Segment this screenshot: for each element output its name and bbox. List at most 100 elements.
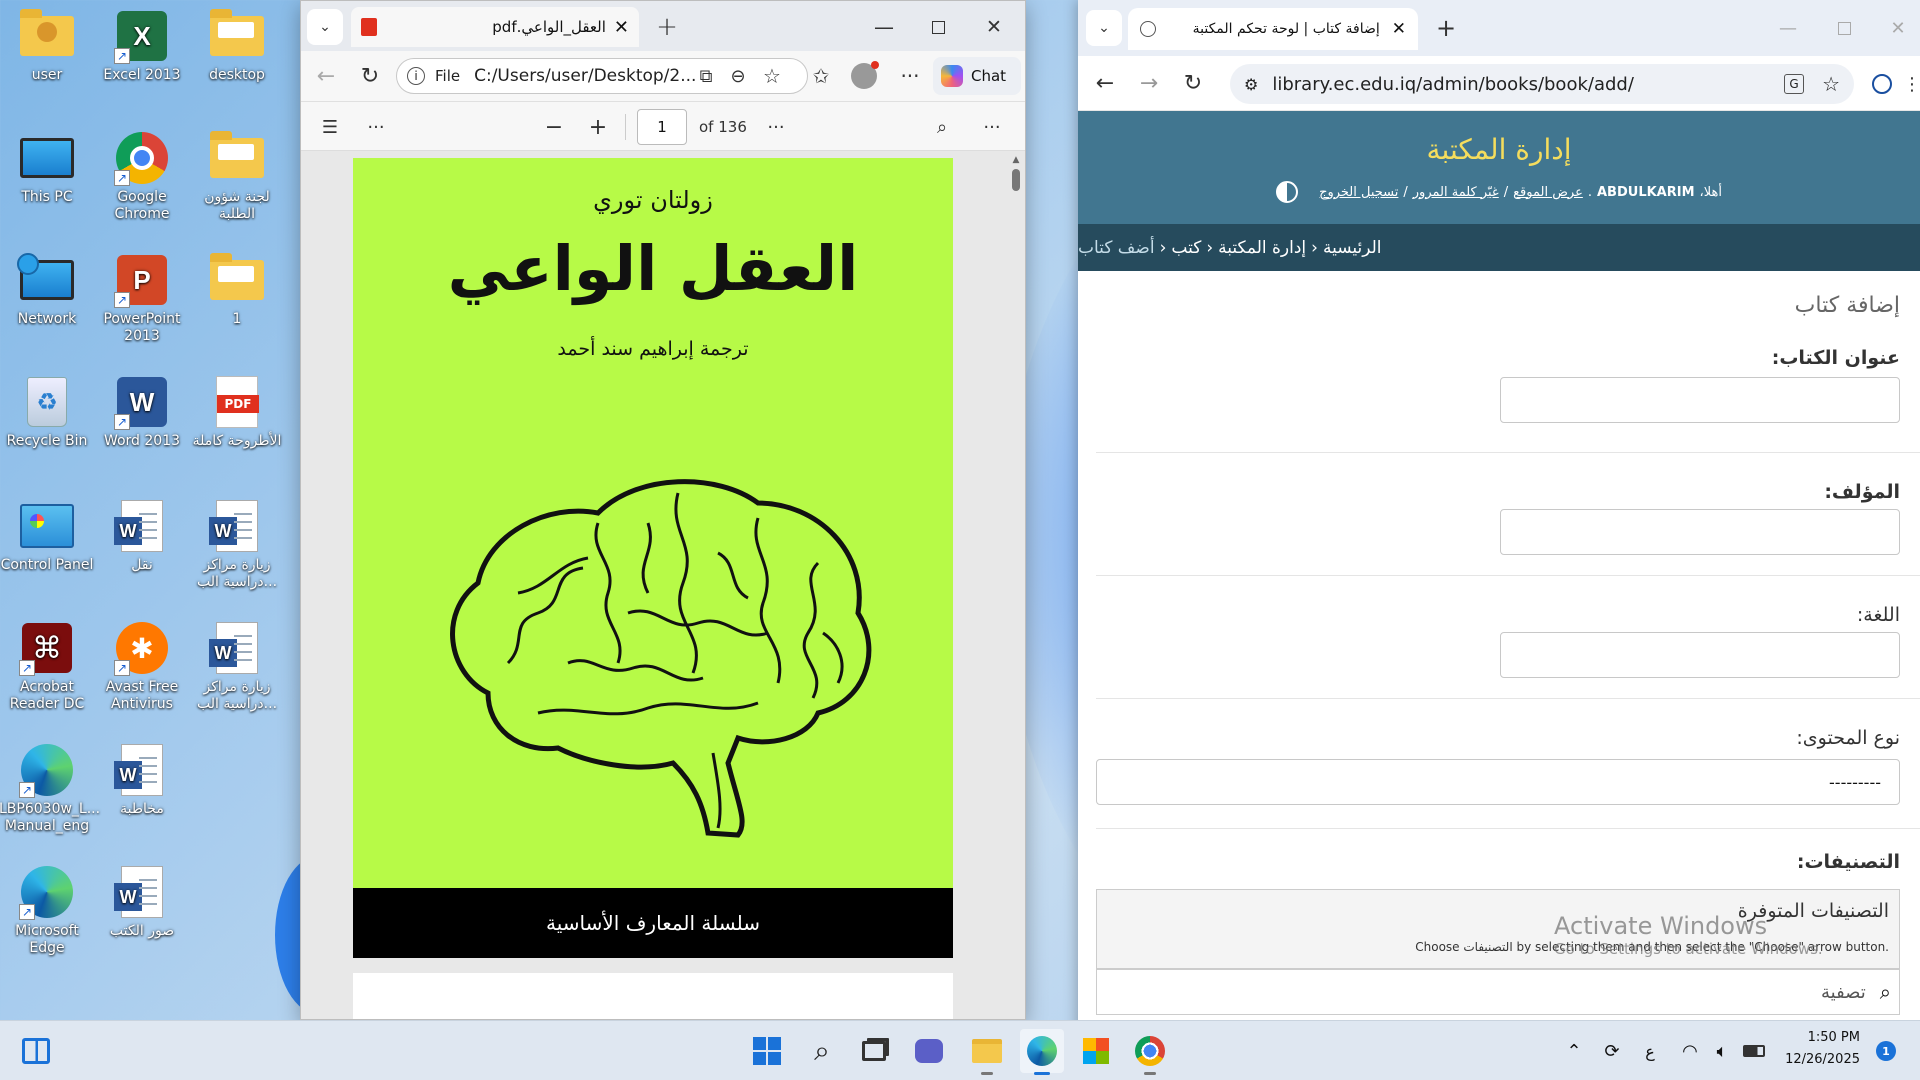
title-input[interactable]	[1500, 377, 1900, 423]
desktop-icon-correspondence-doc[interactable]: W مخاطبة	[94, 742, 190, 818]
pdf-more-mid-button[interactable]: ···	[761, 112, 791, 142]
find-button[interactable]: ⌕	[927, 112, 957, 142]
contents-button[interactable]: ☰	[315, 112, 345, 142]
minimize-button[interactable]: —	[861, 9, 907, 45]
task-view-button[interactable]	[852, 1029, 896, 1073]
more-icon: ···	[367, 116, 385, 138]
icon-label: LBP6030w_L... Manual_eng	[0, 801, 101, 834]
scrollbar-thumb[interactable]	[1012, 169, 1020, 191]
desktop-icon-network[interactable]: Network	[0, 252, 95, 328]
zoom-button[interactable]: ⊖	[725, 63, 751, 89]
desktop-icon-book-images-doc[interactable]: W صور الكتب	[94, 864, 190, 940]
desktop-icon-control-panel[interactable]: Control Panel	[0, 498, 95, 574]
close-window-button[interactable]: ✕	[971, 9, 1017, 45]
desktop-icon-thesis-pdf[interactable]: PDF الأطروحة كاملة	[189, 374, 285, 450]
pdf-more-right-button[interactable]: ···	[977, 112, 1007, 142]
breadcrumb-app[interactable]: إدارة المكتبة	[1218, 238, 1306, 258]
desktop-icon-folder-1[interactable]: 1	[189, 252, 285, 328]
desktop-icon-edge[interactable]: ↗ Microsoft Edge	[0, 864, 95, 957]
maximize-button[interactable]	[915, 9, 961, 45]
tab-add-book[interactable]: إضافة كتاب | لوحة تحكم المكتبة ✕	[1128, 8, 1418, 50]
battery-tray-button[interactable]	[1732, 1029, 1776, 1073]
search-button[interactable]: ⌕	[800, 1029, 844, 1073]
pdf-more-left-button[interactable]: ···	[361, 112, 391, 142]
desktop-icon-chrome[interactable]: ↗ Google Chrome	[94, 130, 190, 223]
maximize-button[interactable]	[1822, 12, 1866, 44]
pdf-viewer-window: ⌄ العقل_الواعي.pdf ✕ + — ✕ ← ↻ i File C:…	[300, 0, 1026, 1020]
new-tab-button[interactable]: +	[649, 9, 685, 45]
favorite-button[interactable]: ☆	[759, 63, 785, 89]
desktop-icon-study-centers-doc-2[interactable]: W زيارة مراكز دراسية الب...	[189, 620, 285, 713]
desktop-icon-powerpoint[interactable]: P ↗ PowerPoint 2013	[94, 252, 190, 345]
scroll-up-icon[interactable]: ▲	[1011, 155, 1021, 165]
control-panel-icon	[20, 504, 74, 548]
back-button[interactable]: ←	[309, 59, 343, 93]
start-button[interactable]	[745, 1029, 789, 1073]
chrome-menu-button[interactable]: ⋮	[1903, 68, 1920, 100]
input-language-button[interactable]: ع	[1628, 1029, 1672, 1073]
edge-taskbar-button[interactable]	[1020, 1029, 1064, 1075]
shortcut-arrow-icon: ↗	[19, 660, 35, 676]
reload-button[interactable]: ↻	[1176, 66, 1210, 100]
language-input[interactable]	[1500, 632, 1900, 678]
minimize-button[interactable]: —	[1766, 12, 1810, 44]
address-bar[interactable]: ⚙ library.ec.edu.iq/admin/books/book/add…	[1230, 64, 1854, 104]
forward-button[interactable]: →	[1132, 66, 1166, 100]
desktop-icon-recycle-bin[interactable]: ♻ Recycle Bin	[0, 374, 95, 450]
breadcrumb-home[interactable]: الرئيسية	[1323, 238, 1382, 258]
file-explorer-button[interactable]	[965, 1029, 1009, 1075]
copilot-chat-button[interactable]: Chat	[933, 57, 1021, 95]
desktop-icon-student-affairs[interactable]: لجنة شؤون الطلبة	[189, 130, 285, 223]
back-button[interactable]: ←	[1088, 66, 1122, 100]
admin-header: إدارة المكتبة أهلا، ABDULKARIM. عرض المو…	[1078, 111, 1920, 224]
logout-link[interactable]: تسجيل الخروج	[1319, 185, 1398, 200]
refresh-button[interactable]: ↻	[353, 59, 387, 93]
desktop-icon-study-centers-doc-1[interactable]: W زيارة مراكز دراسية الب...	[189, 498, 285, 591]
site-title[interactable]: إدارة المكتبة	[1078, 133, 1920, 166]
teams-button[interactable]	[907, 1029, 951, 1073]
widgets-button[interactable]	[14, 1029, 58, 1073]
translate-icon[interactable]: G	[1784, 74, 1805, 94]
breadcrumb-model[interactable]: كتب	[1171, 238, 1201, 258]
close-tab-icon[interactable]: ✕	[1392, 19, 1406, 39]
tab-search-button[interactable]: ⌄	[1086, 10, 1122, 46]
clock[interactable]: 1:50 PM 12/26/2025	[1774, 1027, 1860, 1071]
desktop-icon-desktop-folder[interactable]: desktop	[189, 8, 285, 84]
desktop-icon-acrobat[interactable]: ⌘ ↗ Acrobat Reader DC	[0, 620, 95, 713]
vertical-more-icon: ⋮	[1903, 73, 1920, 95]
office-taskbar-button[interactable]	[1074, 1029, 1118, 1073]
page-number-input[interactable]: 1	[637, 109, 687, 145]
url-text: library.ec.edu.iq/admin/books/book/add/	[1272, 73, 1634, 95]
desktop-icon-transfer-doc[interactable]: W نقل	[94, 498, 190, 574]
view-site-link[interactable]: عرض الموقع	[1513, 185, 1583, 200]
close-window-button[interactable]: ✕	[1876, 12, 1920, 44]
settings-menu-button[interactable]: ···	[895, 61, 925, 91]
desktop-icon-word[interactable]: W ↗ Word 2013	[94, 374, 190, 450]
read-aloud-button[interactable]: ⧉	[693, 63, 719, 89]
change-password-link[interactable]: غيّر كلمة المرور	[1413, 185, 1499, 200]
profile-avatar[interactable]	[851, 61, 879, 89]
new-tab-button[interactable]: +	[1430, 12, 1462, 44]
tab-actions-menu-button[interactable]: ⌄	[307, 9, 343, 45]
tab-pdf-document[interactable]: العقل_الواعي.pdf ✕	[351, 7, 639, 47]
bookmark-star-icon[interactable]: ☆	[1822, 72, 1840, 96]
desktop-icon-this-pc[interactable]: This PC	[0, 130, 95, 206]
close-tab-icon[interactable]: ✕	[614, 17, 629, 38]
zoom-out-button[interactable]: −	[539, 112, 569, 142]
profile-button[interactable]	[1866, 68, 1898, 100]
page-heading: إضافة كتاب	[1794, 293, 1900, 318]
content-type-select[interactable]: ---------	[1096, 759, 1900, 805]
vertical-scrollbar[interactable]: ▲	[1011, 155, 1021, 1015]
notification-badge[interactable]: 1	[1876, 1041, 1896, 1061]
activation-watermark: Activate Windows Go to Settings to activ…	[1554, 912, 1823, 958]
theme-toggle-icon[interactable]	[1276, 181, 1299, 203]
author-input[interactable]	[1500, 509, 1900, 555]
categories-filter-input[interactable]: ⌕ تصفية	[1096, 969, 1900, 1015]
desktop-icon-avast[interactable]: ✱ ↗ Avast Free Antivirus	[94, 620, 190, 713]
favorites-button[interactable]: ✩	[806, 61, 836, 91]
desktop-icon-user[interactable]: user	[0, 8, 95, 84]
zoom-in-button[interactable]: +	[583, 112, 613, 142]
desktop-icon-excel[interactable]: X ↗ Excel 2013	[94, 8, 190, 84]
desktop-icon-lbp-manual[interactable]: ↗ LBP6030w_L... Manual_eng	[0, 742, 101, 835]
chrome-taskbar-button[interactable]	[1128, 1029, 1172, 1075]
